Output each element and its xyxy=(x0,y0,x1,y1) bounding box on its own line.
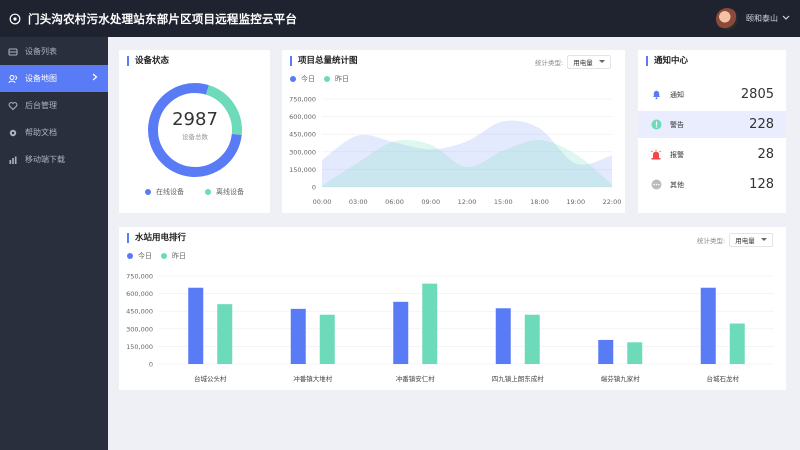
device-status-donut: 2987 设备总数 xyxy=(148,83,242,177)
x-tick-label: 18:00 xyxy=(530,198,549,206)
bar-today xyxy=(598,339,614,364)
x-tick-label: 22:00 xyxy=(603,198,622,206)
x-category-label: 端芬镇九家村 xyxy=(601,374,641,383)
y-tick-label: 150,000 xyxy=(289,166,316,174)
notif-count: 228 xyxy=(749,117,774,132)
legend-online-label: 在线设备 xyxy=(156,188,184,196)
app-title: 门头沟农村污水处理站东部片区项目远程监控云平台 xyxy=(28,11,298,26)
sidebar-item-mobile-download[interactable]: 移动端下载 xyxy=(0,146,108,173)
y-tick-label: 600,000 xyxy=(289,113,316,121)
y-tick-label: 0 xyxy=(312,184,316,192)
bar-chart-icon xyxy=(8,155,18,165)
x-category-label: 四九镇上朗东成村 xyxy=(492,374,545,383)
top-bar: 门头沟农村污水处理站东部片区项目远程监控云平台 颐和泰山 xyxy=(0,0,800,37)
sidebar-item-label: 移动端下载 xyxy=(25,155,65,164)
device-total-label: 设备总数 xyxy=(182,132,209,141)
notif-row-notice[interactable]: 通知 2805 xyxy=(638,81,786,108)
bar-today xyxy=(495,308,511,364)
notif-label: 通知 xyxy=(670,90,684,99)
legend-offline: 离线设备 xyxy=(205,187,244,197)
avatar[interactable] xyxy=(716,7,738,30)
settings-icon xyxy=(8,128,18,138)
x-category-label: 冲番镇安仁村 xyxy=(396,374,436,383)
y-tick-label: 600,000 xyxy=(126,290,153,298)
y-tick-label: 450,000 xyxy=(126,308,153,316)
notif-row-other[interactable]: 其他 128 xyxy=(638,171,786,198)
x-tick-label: 03:00 xyxy=(349,198,368,206)
username[interactable]: 颐和泰山 xyxy=(746,13,778,24)
sidebar-item-help-docs[interactable]: 帮助文档 xyxy=(0,119,108,146)
bar-yesterday xyxy=(319,314,335,364)
sidebar-item-device-map[interactable]: 设备地图 xyxy=(0,65,108,92)
user-menu[interactable]: 颐和泰山 xyxy=(716,0,790,37)
platform-logo-icon xyxy=(8,12,22,26)
x-tick-label: 09:00 xyxy=(421,198,440,206)
x-tick-label: 19:00 xyxy=(566,198,585,206)
legend-offline-dot xyxy=(205,189,211,195)
legend-offline-label: 离线设备 xyxy=(216,188,244,196)
device-list-icon xyxy=(8,47,18,57)
bell-icon xyxy=(650,89,662,101)
heart-icon xyxy=(8,101,18,111)
sidebar-item-label: 设备列表 xyxy=(25,47,57,56)
x-tick-label: 00:00 xyxy=(313,198,332,206)
station-ranking-card: 水站用电排行 统计类型: 用电量 今日 昨日 750,000 600,000 450… xyxy=(119,227,786,390)
y-tick-label: 0 xyxy=(149,361,153,369)
sidebar-item-label: 设备地图 xyxy=(25,74,57,83)
y-tick-label: 300,000 xyxy=(289,148,316,156)
bar-today xyxy=(393,301,409,364)
bar-yesterday xyxy=(422,283,438,364)
station-bar-chart: 750,000 600,000 450,000 300,000 150,000 0 台城公头… xyxy=(126,273,774,383)
project-area-chart: 750,000 600,000 450,000 300,000 150,000 0 00:0… xyxy=(289,96,622,207)
more-icon xyxy=(650,179,662,191)
bar-today xyxy=(188,287,204,364)
notif-count: 2805 xyxy=(740,87,774,102)
y-tick-label: 750,000 xyxy=(126,273,153,281)
legend-online: 在线设备 xyxy=(145,187,184,197)
bar-today xyxy=(700,287,716,364)
legend-online-dot xyxy=(145,189,151,195)
chevron-down-icon[interactable] xyxy=(782,14,790,24)
bar-yesterday xyxy=(729,323,745,364)
x-category-label: 台城石龙村 xyxy=(707,374,740,383)
notif-count: 128 xyxy=(749,177,774,192)
alarm-icon xyxy=(650,149,662,161)
x-tick-label: 12:00 xyxy=(458,198,477,206)
device-total-value: 2987 xyxy=(172,109,218,130)
notif-count: 28 xyxy=(757,147,774,162)
exclamation-icon xyxy=(650,119,662,131)
x-category-label: 台城公头村 xyxy=(194,374,227,383)
notif-label: 警告 xyxy=(670,120,684,129)
notification-center-card: 通知中心 通知 2805 警告 228 报警 28 其他 128 xyxy=(638,50,786,213)
bar-yesterday xyxy=(627,342,643,364)
notif-row-alarm[interactable]: 报警 28 xyxy=(638,141,786,168)
y-tick-label: 300,000 xyxy=(126,325,153,333)
y-tick-label: 750,000 xyxy=(289,96,316,104)
sidebar-item-admin[interactable]: 后台管理 xyxy=(0,92,108,119)
chevron-right-icon xyxy=(92,73,98,84)
y-tick-label: 450,000 xyxy=(289,131,316,139)
device-status-card: 设备状态 2987 设备总数 在线设备 离线设备 xyxy=(119,50,270,213)
bar-yesterday xyxy=(217,304,233,364)
project-chart-card: 项目总量统计图 统计类型: 用电量 今日 昨日 750,000 600,000 45… xyxy=(282,50,625,213)
notif-label: 其他 xyxy=(670,180,684,189)
x-tick-label: 06:00 xyxy=(385,198,404,206)
users-icon xyxy=(8,74,18,84)
bar-yesterday xyxy=(524,314,540,364)
x-tick-label: 15:00 xyxy=(494,198,513,206)
sidebar: 设备列表 设备地图 后台管理 帮助文档 移动端下载 xyxy=(0,37,108,450)
sidebar-item-label: 帮助文档 xyxy=(25,128,57,137)
bar-today xyxy=(290,308,306,364)
sidebar-item-device-list[interactable]: 设备列表 xyxy=(0,38,108,65)
x-category-label: 冲番镇大堆村 xyxy=(293,374,333,383)
sidebar-item-label: 后台管理 xyxy=(25,101,57,110)
y-tick-label: 150,000 xyxy=(126,343,153,351)
notification-center-title: 通知中心 xyxy=(646,56,688,66)
notif-row-warning[interactable]: 警告 228 xyxy=(638,111,786,138)
notif-label: 报警 xyxy=(670,150,684,159)
